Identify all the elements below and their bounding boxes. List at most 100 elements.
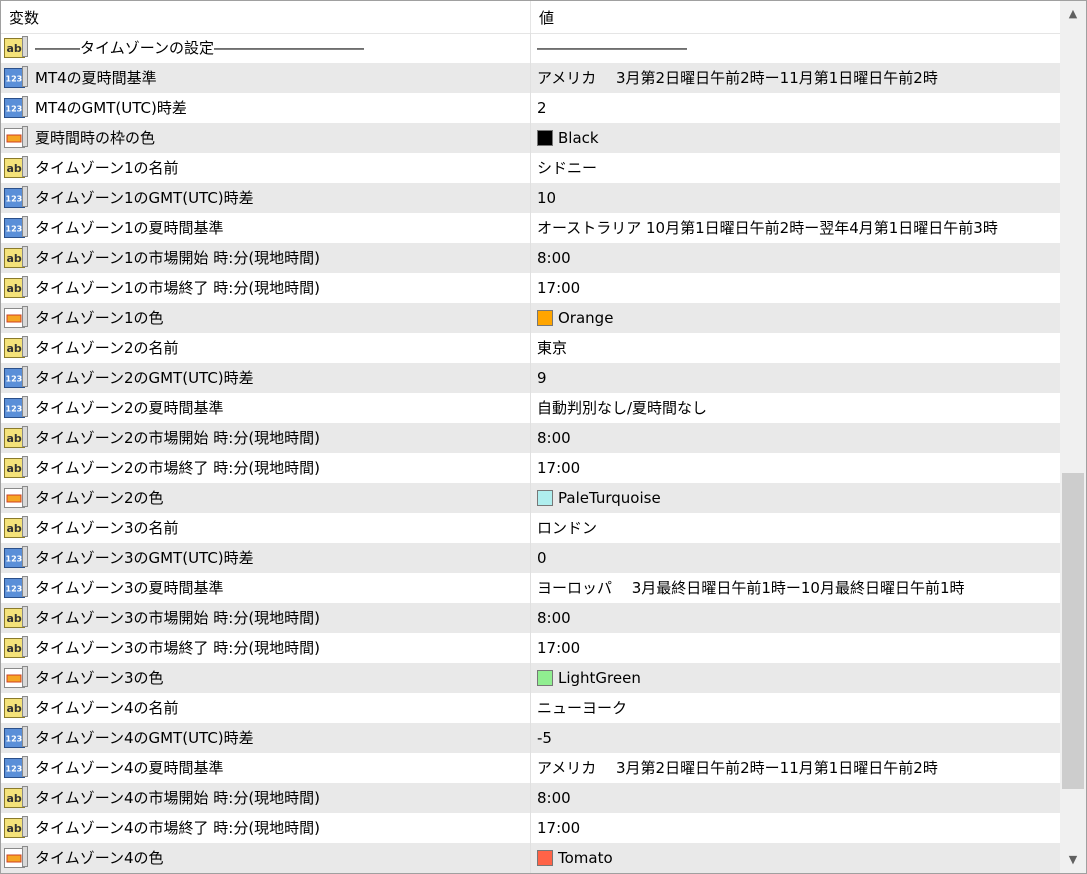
parameter-row[interactable]: 123 タイムゾーン4の夏時間基準 アメリカ 3月第2日曜日午前2時ー11月第1日曜… bbox=[1, 753, 1060, 783]
parameter-row[interactable]: 123 タイムゾーン2のGMT(UTC)時差 9 bbox=[1, 363, 1060, 393]
parameter-value: 9 bbox=[537, 369, 547, 387]
parameter-value-cell[interactable]: 自動判別なし/夏時間なし bbox=[530, 393, 1060, 423]
parameter-row[interactable]: タイムゾーン4の色 Tomato bbox=[1, 843, 1060, 873]
parameter-row[interactable]: ab タイムゾーン2の市場開始 時:分(現地時間) 8:00 bbox=[1, 423, 1060, 453]
parameter-value-cell[interactable]: 2 bbox=[530, 93, 1060, 123]
parameter-value-cell[interactable]: ニューヨーク bbox=[530, 693, 1060, 723]
parameter-value-cell[interactable]: -5 bbox=[530, 723, 1060, 753]
parameter-row[interactable]: 123 タイムゾーン1のGMT(UTC)時差 10 bbox=[1, 183, 1060, 213]
parameter-row[interactable]: ab タイムゾーン4の名前 ニューヨーク bbox=[1, 693, 1060, 723]
parameter-name-cell: 123 タイムゾーン3の夏時間基準 bbox=[1, 573, 530, 603]
scroll-up-arrow-icon[interactable]: ▲ bbox=[1060, 1, 1086, 27]
parameter-value-cell[interactable]: 17:00 bbox=[530, 273, 1060, 303]
parameter-value-cell[interactable]: アメリカ 3月第2日曜日午前2時ー11月第1日曜日午前2時 bbox=[530, 63, 1060, 93]
parameter-row[interactable]: 123 タイムゾーン3の夏時間基準 ヨーロッパ 3月最終日曜日午前1時ー10月最終日… bbox=[1, 573, 1060, 603]
svg-text:ab: ab bbox=[7, 642, 22, 655]
parameter-name: タイムゾーン2のGMT(UTC)時差 bbox=[35, 369, 254, 387]
color-type-icon bbox=[4, 306, 28, 329]
parameter-row[interactable]: 123 MT4のGMT(UTC)時差 2 bbox=[1, 93, 1060, 123]
parameter-value-cell[interactable]: 17:00 bbox=[530, 633, 1060, 663]
parameter-name: タイムゾーン3の名前 bbox=[35, 519, 179, 537]
column-header-value[interactable]: 値 bbox=[530, 1, 1060, 33]
color-swatch bbox=[537, 670, 553, 686]
parameter-value-cell[interactable]: 8:00 bbox=[530, 243, 1060, 273]
parameter-value: 8:00 bbox=[537, 609, 571, 627]
parameter-value-cell[interactable]: 8:00 bbox=[530, 603, 1060, 633]
parameter-value-cell[interactable]: LightGreen bbox=[530, 663, 1060, 693]
parameter-value-cell[interactable]: オーストラリア 10月第1日曜日午前2時ー翌年4月第1日曜日午前3時 bbox=[530, 213, 1060, 243]
parameter-row[interactable]: 123 タイムゾーン1の夏時間基準 オーストラリア 10月第1日曜日午前2時ー翌年4… bbox=[1, 213, 1060, 243]
parameter-value-cell[interactable]: 0 bbox=[530, 543, 1060, 573]
parameter-name-cell: 123 タイムゾーン2のGMT(UTC)時差 bbox=[1, 363, 530, 393]
parameter-value-cell[interactable]: 9 bbox=[530, 363, 1060, 393]
string-type-icon: ab bbox=[4, 276, 28, 299]
parameter-name-cell: 123 タイムゾーン1の夏時間基準 bbox=[1, 213, 530, 243]
parameter-value: 17:00 bbox=[537, 639, 581, 657]
parameter-row[interactable]: タイムゾーン1の色 Orange bbox=[1, 303, 1060, 333]
parameter-row[interactable]: ab タイムゾーン1の市場開始 時:分(現地時間) 8:00 bbox=[1, 243, 1060, 273]
parameter-row[interactable]: ab ―――タイムゾーンの設定―――――――――― ―――――――――― bbox=[1, 33, 1060, 63]
parameter-value-cell[interactable]: シドニー bbox=[530, 153, 1060, 183]
parameter-row[interactable]: ab タイムゾーン3の市場終了 時:分(現地時間) 17:00 bbox=[1, 633, 1060, 663]
parameter-row[interactable]: タイムゾーン3の色 LightGreen bbox=[1, 663, 1060, 693]
parameter-row[interactable]: ab タイムゾーン4の市場開始 時:分(現地時間) 8:00 bbox=[1, 783, 1060, 813]
parameter-name: タイムゾーン2の市場終了 時:分(現地時間) bbox=[35, 459, 321, 477]
parameter-value-cell[interactable]: アメリカ 3月第2日曜日午前2時ー11月第1日曜日午前2時 bbox=[530, 753, 1060, 783]
parameter-row[interactable]: ab タイムゾーン2の名前 東京 bbox=[1, 333, 1060, 363]
number-type-icon: 123 bbox=[4, 186, 28, 209]
parameter-name-cell: ab タイムゾーン1の市場開始 時:分(現地時間) bbox=[1, 243, 530, 273]
string-type-icon: ab bbox=[4, 606, 28, 629]
parameter-value-cell[interactable]: ロンドン bbox=[530, 513, 1060, 543]
parameter-value: ロンドン bbox=[537, 519, 598, 537]
color-type-icon bbox=[4, 126, 28, 149]
parameter-value-cell[interactable]: 17:00 bbox=[530, 813, 1060, 843]
string-type-icon: ab bbox=[4, 516, 28, 539]
parameter-value-cell[interactable]: ―――――――――― bbox=[530, 33, 1060, 63]
parameter-value: 2 bbox=[537, 99, 547, 117]
color-type-icon bbox=[4, 846, 28, 869]
parameter-value-cell[interactable]: 東京 bbox=[530, 333, 1060, 363]
parameter-value-cell[interactable]: Tomato bbox=[530, 843, 1060, 873]
parameter-name: タイムゾーン4の色 bbox=[35, 849, 164, 867]
parameter-name: タイムゾーン4の市場終了 時:分(現地時間) bbox=[35, 819, 321, 837]
parameter-value-cell[interactable]: Black bbox=[530, 123, 1060, 153]
parameter-row[interactable]: 123 タイムゾーン4のGMT(UTC)時差 -5 bbox=[1, 723, 1060, 753]
scroll-down-arrow-icon[interactable]: ▼ bbox=[1060, 847, 1086, 873]
parameter-value: 自動判別なし/夏時間なし bbox=[537, 399, 708, 417]
parameter-name: MT4のGMT(UTC)時差 bbox=[35, 99, 187, 117]
parameter-value-cell[interactable]: 8:00 bbox=[530, 423, 1060, 453]
parameter-value-cell[interactable]: Orange bbox=[530, 303, 1060, 333]
parameter-value: シドニー bbox=[537, 159, 598, 177]
parameter-row[interactable]: ab タイムゾーン1の名前 シドニー bbox=[1, 153, 1060, 183]
parameter-row[interactable]: 123 タイムゾーン3のGMT(UTC)時差 0 bbox=[1, 543, 1060, 573]
scrollbar-thumb[interactable] bbox=[1062, 473, 1084, 789]
vertical-scrollbar[interactable]: ▲ ▼ bbox=[1060, 1, 1086, 873]
string-type-icon: ab bbox=[4, 786, 28, 809]
parameter-value: LightGreen bbox=[558, 669, 641, 687]
parameter-row[interactable]: 123 MT4の夏時間基準 アメリカ 3月第2日曜日午前2時ー11月第1日曜日午前2… bbox=[1, 63, 1060, 93]
parameter-row[interactable]: 夏時間時の枠の色 Black bbox=[1, 123, 1060, 153]
parameter-value-cell[interactable]: 17:00 bbox=[530, 453, 1060, 483]
svg-text:123: 123 bbox=[6, 735, 23, 744]
svg-text:ab: ab bbox=[7, 792, 22, 805]
parameter-row[interactable]: タイムゾーン2の色 PaleTurquoise bbox=[1, 483, 1060, 513]
svg-text:ab: ab bbox=[7, 282, 22, 295]
parameter-row[interactable]: ab タイムゾーン3の市場開始 時:分(現地時間) 8:00 bbox=[1, 603, 1060, 633]
string-type-icon: ab bbox=[4, 156, 28, 179]
parameter-value-cell[interactable]: 8:00 bbox=[530, 783, 1060, 813]
parameter-value-cell[interactable]: ヨーロッパ 3月最終日曜日午前1時ー10月最終日曜日午前1時 bbox=[530, 573, 1060, 603]
parameter-row[interactable]: ab タイムゾーン3の名前 ロンドン bbox=[1, 513, 1060, 543]
parameter-row[interactable]: ab タイムゾーン1の市場終了 時:分(現地時間) 17:00 bbox=[1, 273, 1060, 303]
column-header-variable[interactable]: 変数 bbox=[1, 1, 530, 33]
parameter-value-cell[interactable]: 10 bbox=[530, 183, 1060, 213]
parameter-row[interactable]: 123 タイムゾーン2の夏時間基準 自動判別なし/夏時間なし bbox=[1, 393, 1060, 423]
parameter-value: 8:00 bbox=[537, 249, 571, 267]
svg-text:123: 123 bbox=[6, 765, 23, 774]
parameter-value-cell[interactable]: PaleTurquoise bbox=[530, 483, 1060, 513]
svg-text:ab: ab bbox=[7, 42, 22, 55]
parameter-row[interactable]: ab タイムゾーン4の市場終了 時:分(現地時間) 17:00 bbox=[1, 813, 1060, 843]
parameter-name: タイムゾーン3の市場開始 時:分(現地時間) bbox=[35, 609, 321, 627]
parameter-name-cell: 123 タイムゾーン2の夏時間基準 bbox=[1, 393, 530, 423]
parameter-name-cell: ab タイムゾーン2の市場終了 時:分(現地時間) bbox=[1, 453, 530, 483]
parameter-row[interactable]: ab タイムゾーン2の市場終了 時:分(現地時間) 17:00 bbox=[1, 453, 1060, 483]
